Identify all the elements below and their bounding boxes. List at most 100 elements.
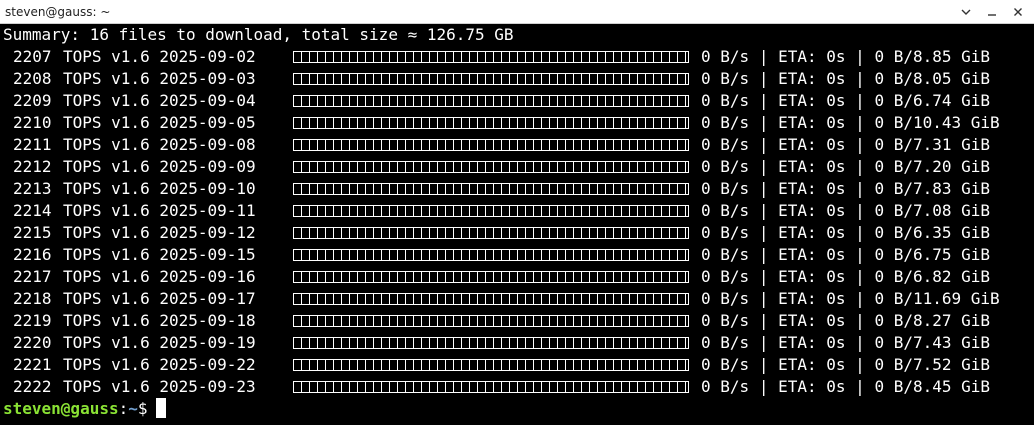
terminal-output[interactable]: Summary: 16 files to download, total siz…	[0, 24, 1034, 425]
shell-prompt[interactable]: steven@gauss:~$	[3, 398, 1034, 420]
chevron-down-icon[interactable]	[956, 2, 976, 22]
download-row: 2218 TOPS v1.6 2025-09-17 0 B/s | ETA: 0s …	[3, 288, 1034, 310]
column-separator: |	[758, 69, 769, 88]
minimize-icon[interactable]	[982, 2, 1002, 22]
download-row: 2207 TOPS v1.6 2025-09-02 0 B/s | ETA: 0s …	[3, 46, 1034, 68]
progress-bar	[293, 359, 689, 371]
file-id: 2218	[13, 289, 52, 308]
column-separator: |	[758, 377, 769, 396]
download-row: 2209 TOPS v1.6 2025-09-04 0 B/s | ETA: 0s …	[3, 90, 1034, 112]
download-row: 2208 TOPS v1.6 2025-09-03 0 B/s | ETA: 0s …	[3, 68, 1034, 90]
file-name: TOPS v1.6 2025-09-15	[63, 245, 256, 264]
column-separator: |	[855, 355, 865, 374]
progress-bar	[293, 249, 689, 261]
download-speed: 0 B/s	[701, 223, 750, 242]
download-speed: 0 B/s	[701, 355, 750, 374]
window-title: steven@gauss: ~	[5, 5, 111, 19]
file-id: 2221	[13, 355, 52, 374]
progress-bar	[293, 161, 689, 173]
column-separator: |	[758, 135, 769, 154]
file-id: 2207	[13, 47, 52, 66]
column-separator: |	[855, 179, 865, 198]
column-separator: |	[758, 333, 769, 352]
column-separator: |	[758, 355, 769, 374]
size-progress: 0 B/7.31 GiB	[874, 135, 991, 154]
eta-text: ETA: 0s	[778, 267, 846, 286]
size-progress: 0 B/7.83 GiB	[874, 179, 991, 198]
size-progress: 0 B/11.69 GiB	[874, 289, 1000, 308]
file-name: TOPS v1.6 2025-09-08	[63, 135, 256, 154]
column-separator: |	[758, 201, 769, 220]
file-id: 2209	[13, 91, 52, 110]
column-separator: |	[855, 245, 865, 264]
column-separator: |	[855, 135, 865, 154]
column-separator: |	[758, 223, 769, 242]
eta-text: ETA: 0s	[778, 91, 846, 110]
download-speed: 0 B/s	[701, 179, 750, 198]
text-cursor	[155, 398, 166, 418]
progress-bar	[293, 271, 689, 283]
download-speed: 0 B/s	[701, 333, 750, 352]
eta-text: ETA: 0s	[778, 311, 846, 330]
prompt-colon: :	[118, 399, 129, 418]
download-speed: 0 B/s	[701, 135, 750, 154]
size-progress: 0 B/6.74 GiB	[874, 91, 991, 110]
file-name: TOPS v1.6 2025-09-12	[63, 223, 256, 242]
download-list: 2207 TOPS v1.6 2025-09-02 0 B/s | ETA: 0s …	[3, 46, 1034, 398]
column-separator: |	[758, 179, 769, 198]
file-id: 2212	[13, 157, 52, 176]
column-separator: |	[855, 69, 865, 88]
progress-bar	[293, 51, 689, 63]
file-id: 2213	[13, 179, 52, 198]
size-progress: 0 B/8.45 GiB	[874, 377, 991, 396]
size-progress: 0 B/7.08 GiB	[874, 201, 991, 220]
column-separator: |	[855, 267, 865, 286]
download-row: 2212 TOPS v1.6 2025-09-09 0 B/s | ETA: 0s …	[3, 156, 1034, 178]
column-separator: |	[758, 91, 769, 110]
prompt-symbol: $	[137, 399, 148, 418]
eta-text: ETA: 0s	[778, 47, 846, 66]
progress-bar	[293, 205, 689, 217]
column-separator: |	[855, 157, 865, 176]
size-progress: 0 B/10.43 GiB	[874, 113, 1000, 132]
eta-text: ETA: 0s	[778, 179, 846, 198]
file-id: 2216	[13, 245, 52, 264]
eta-text: ETA: 0s	[778, 223, 846, 242]
column-separator: |	[758, 267, 769, 286]
file-id: 2217	[13, 267, 52, 286]
progress-bar	[293, 381, 689, 393]
file-id: 2211	[13, 135, 52, 154]
file-id: 2220	[13, 333, 52, 352]
file-name: TOPS v1.6 2025-09-22	[63, 355, 256, 374]
download-row: 2217 TOPS v1.6 2025-09-16 0 B/s | ETA: 0s …	[3, 266, 1034, 288]
download-speed: 0 B/s	[701, 113, 750, 132]
download-row: 2215 TOPS v1.6 2025-09-12 0 B/s | ETA: 0s …	[3, 222, 1034, 244]
eta-text: ETA: 0s	[778, 69, 846, 88]
file-id: 2222	[13, 377, 52, 396]
progress-bar	[293, 315, 689, 327]
window-titlebar[interactable]: steven@gauss: ~	[0, 0, 1034, 24]
download-row: 2214 TOPS v1.6 2025-09-11 0 B/s | ETA: 0s …	[3, 200, 1034, 222]
file-name: TOPS v1.6 2025-09-02	[63, 47, 256, 66]
file-name: TOPS v1.6 2025-09-03	[63, 69, 256, 88]
column-separator: |	[758, 289, 769, 308]
column-separator: |	[855, 333, 865, 352]
size-progress: 0 B/8.05 GiB	[874, 69, 991, 88]
file-name: TOPS v1.6 2025-09-23	[63, 377, 256, 396]
file-id: 2208	[13, 69, 52, 88]
progress-bar	[293, 95, 689, 107]
eta-text: ETA: 0s	[778, 201, 846, 220]
download-row: 2213 TOPS v1.6 2025-09-10 0 B/s | ETA: 0s …	[3, 178, 1034, 200]
eta-text: ETA: 0s	[778, 135, 846, 154]
progress-bar	[293, 337, 689, 349]
size-progress: 0 B/6.75 GiB	[874, 245, 991, 264]
file-name: TOPS v1.6 2025-09-09	[63, 157, 256, 176]
file-name: TOPS v1.6 2025-09-18	[63, 311, 256, 330]
close-icon[interactable]	[1008, 2, 1028, 22]
file-id: 2219	[13, 311, 52, 330]
column-separator: |	[855, 113, 865, 132]
progress-bar	[293, 73, 689, 85]
file-name: TOPS v1.6 2025-09-05	[63, 113, 256, 132]
download-row: 2221 TOPS v1.6 2025-09-22 0 B/s | ETA: 0s …	[3, 354, 1034, 376]
file-name: TOPS v1.6 2025-09-19	[63, 333, 256, 352]
